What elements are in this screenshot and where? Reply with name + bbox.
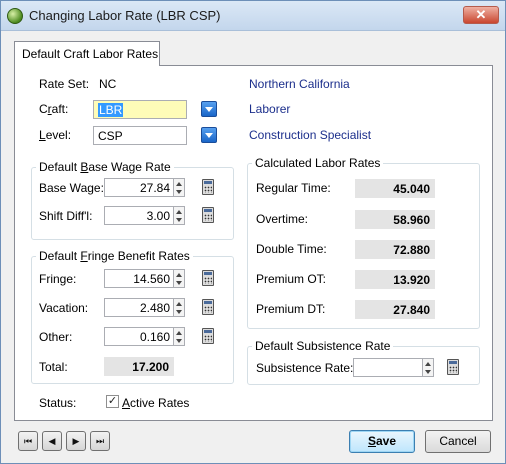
save-button[interactable]: Save <box>349 430 415 453</box>
vacation-calculator-icon[interactable] <box>202 299 214 315</box>
shift-diff-spinner[interactable] <box>173 206 185 225</box>
regular-time-value: 45.040 <box>355 179 435 198</box>
previous-record-icon: ◀ <box>48 436 56 446</box>
premium-ot-label: Premium OT: <box>256 272 327 286</box>
dialog-window: Changing Labor Rate (LBR CSP) ✕ Default … <box>0 0 506 464</box>
tab-label: Default Craft Labor Rates <box>22 47 159 61</box>
first-record-button[interactable]: ⏮ <box>18 431 38 451</box>
previous-record-button[interactable]: ◀ <box>42 431 62 451</box>
tab-panel: Rate Set: NC Northern California Craft: … <box>14 65 493 421</box>
premium-dt-label: Premium DT: <box>256 302 326 316</box>
vacation-label: Vacation: <box>39 301 89 315</box>
premium-ot-value: 13.920 <box>355 270 435 289</box>
status-label: Status: <box>39 396 77 410</box>
level-input[interactable]: CSP <box>93 126 187 145</box>
tab-default-craft-labor-rates[interactable]: Default Craft Labor Rates <box>14 41 160 66</box>
total-label: Total: <box>39 360 68 374</box>
subsistence-rate-input[interactable] <box>353 358 423 377</box>
base-wage-spinner[interactable] <box>173 178 185 197</box>
fringe-group-title: Default Fringe Benefit Rates <box>36 249 193 263</box>
next-record-button[interactable]: ▶ <box>66 431 86 451</box>
craft-lookup-icon[interactable] <box>201 101 217 117</box>
craft-input-value: LBR <box>98 103 124 117</box>
shift-diff-label: Shift Diff'l: <box>39 209 93 223</box>
active-rates-label: Active Rates <box>122 396 190 410</box>
vacation-spinner[interactable] <box>173 298 185 317</box>
active-rates-checkbox[interactable]: ✓ <box>106 395 119 408</box>
other-input[interactable]: 0.160 <box>104 327 174 346</box>
fringe-spinner[interactable] <box>173 269 185 288</box>
last-record-button[interactable]: ⏭ <box>90 431 110 451</box>
calculated-rates-group-title: Calculated Labor Rates <box>252 156 384 170</box>
base-wage-label: Base Wage: <box>39 181 104 195</box>
level-lookup-icon[interactable] <box>201 127 217 143</box>
level-label: Level: <box>39 128 72 142</box>
next-record-icon: ▶ <box>72 436 80 446</box>
fringe-label: Fringe: <box>39 272 77 286</box>
base-wage-input[interactable]: 27.84 <box>104 178 174 197</box>
total-value: 17.200 <box>104 357 174 376</box>
shift-diff-calculator-icon[interactable] <box>202 207 214 223</box>
double-time-label: Double Time: <box>256 242 327 256</box>
subsistence-calculator-icon[interactable] <box>447 359 459 375</box>
other-label: Other: <box>39 330 73 344</box>
other-calculator-icon[interactable] <box>202 328 214 344</box>
regular-time-label: Regular Time: <box>256 181 331 195</box>
close-button[interactable]: ✕ <box>463 6 499 24</box>
title-bar[interactable]: Changing Labor Rate (LBR CSP) ✕ <box>1 1 505 31</box>
vacation-input[interactable]: 2.480 <box>104 298 174 317</box>
rate-set-value: NC <box>99 77 117 91</box>
rate-set-description: Northern California <box>249 77 350 91</box>
overtime-label: Overtime: <box>256 212 309 226</box>
craft-label: Craft: <box>39 102 69 116</box>
close-icon: ✕ <box>475 7 487 22</box>
level-description: Construction Specialist <box>249 128 372 142</box>
double-time-value: 72.880 <box>355 240 435 259</box>
first-record-icon: ⏮ <box>23 436 33 446</box>
fringe-input[interactable]: 14.560 <box>104 269 174 288</box>
craft-input[interactable]: LBR <box>93 100 187 119</box>
premium-dt-value: 27.840 <box>355 300 435 319</box>
subsistence-rate-spinner[interactable] <box>422 358 434 377</box>
craft-description: Laborer <box>249 102 291 116</box>
fringe-calculator-icon[interactable] <box>202 270 214 286</box>
rate-set-label: Rate Set: <box>39 77 90 91</box>
base-wage-group-title: Default Base Wage Rate <box>36 160 174 174</box>
app-icon <box>7 8 23 24</box>
cancel-button[interactable]: Cancel <box>425 430 491 453</box>
subsistence-group-title: Default Subsistence Rate <box>252 339 394 353</box>
other-spinner[interactable] <box>173 327 185 346</box>
overtime-value: 58.960 <box>355 210 435 229</box>
shift-diff-input[interactable]: 3.00 <box>104 206 174 225</box>
subsistence-rate-label: Subsistence Rate: <box>256 361 354 375</box>
window-title: Changing Labor Rate (LBR CSP) <box>29 8 221 23</box>
base-wage-calculator-icon[interactable] <box>202 179 214 195</box>
last-record-icon: ⏭ <box>95 436 105 446</box>
